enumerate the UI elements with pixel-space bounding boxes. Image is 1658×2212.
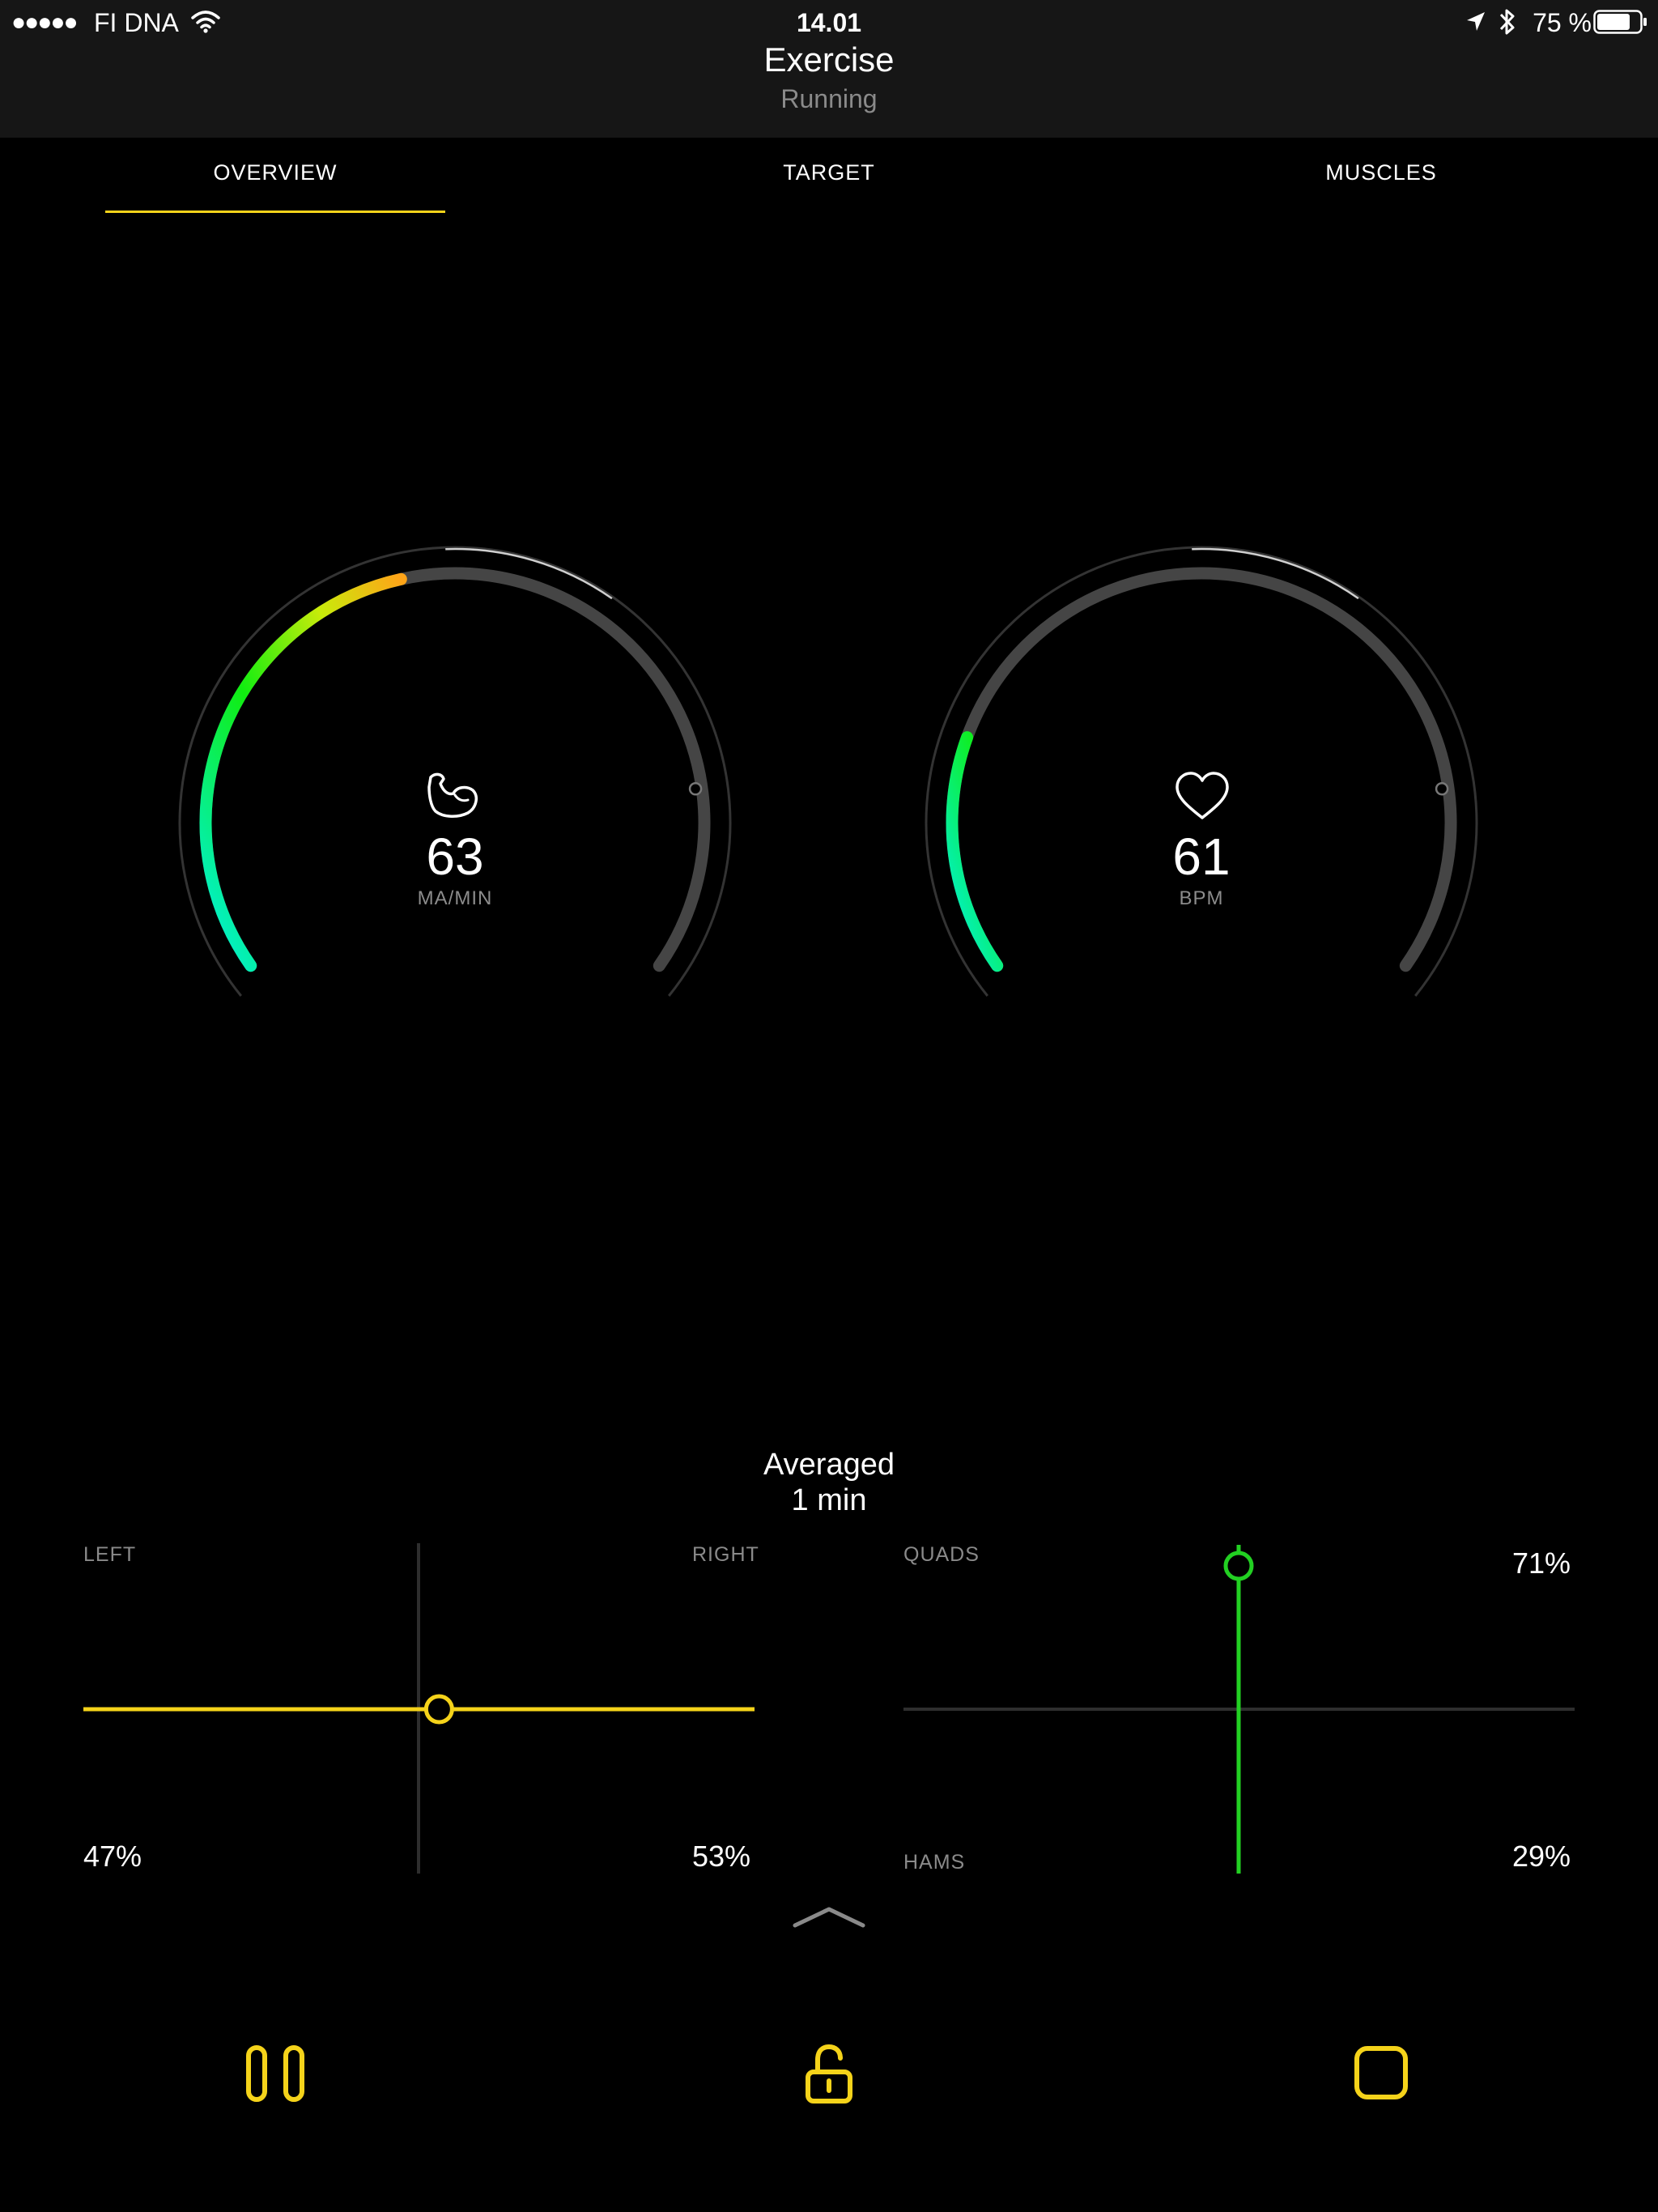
lock-button[interactable]: [780, 2026, 878, 2123]
muscle-load-unit: MA/MIN: [417, 887, 493, 909]
pause-button[interactable]: [227, 2026, 324, 2123]
stop-button[interactable]: [1333, 2026, 1430, 2123]
chevron-up-icon[interactable]: [790, 1901, 868, 1930]
muscle-load-value: 63: [426, 827, 484, 886]
heart-rate-value: 61: [1172, 827, 1231, 886]
flexed-arm-icon: [427, 772, 478, 818]
gauge-target-dot: [688, 781, 703, 796]
quads-hams-balance-marker: [1223, 1551, 1254, 1581]
gauge-target-dot: [1435, 781, 1449, 796]
averaged-period: 1 min: [791, 1483, 867, 1517]
averaged-label: Averaged: [763, 1448, 895, 1482]
left-right-balance-marker: [423, 1694, 454, 1725]
balance-charts-layer: [83, 1543, 1575, 1874]
heart-rate-unit: BPM: [1179, 887, 1224, 909]
gauge-fill: [946, 731, 1004, 972]
stop-icon: [1354, 2046, 1408, 2099]
heart-icon: [1175, 772, 1229, 819]
unlock-icon: [806, 2044, 852, 2104]
pause-icon: [246, 2045, 304, 2102]
